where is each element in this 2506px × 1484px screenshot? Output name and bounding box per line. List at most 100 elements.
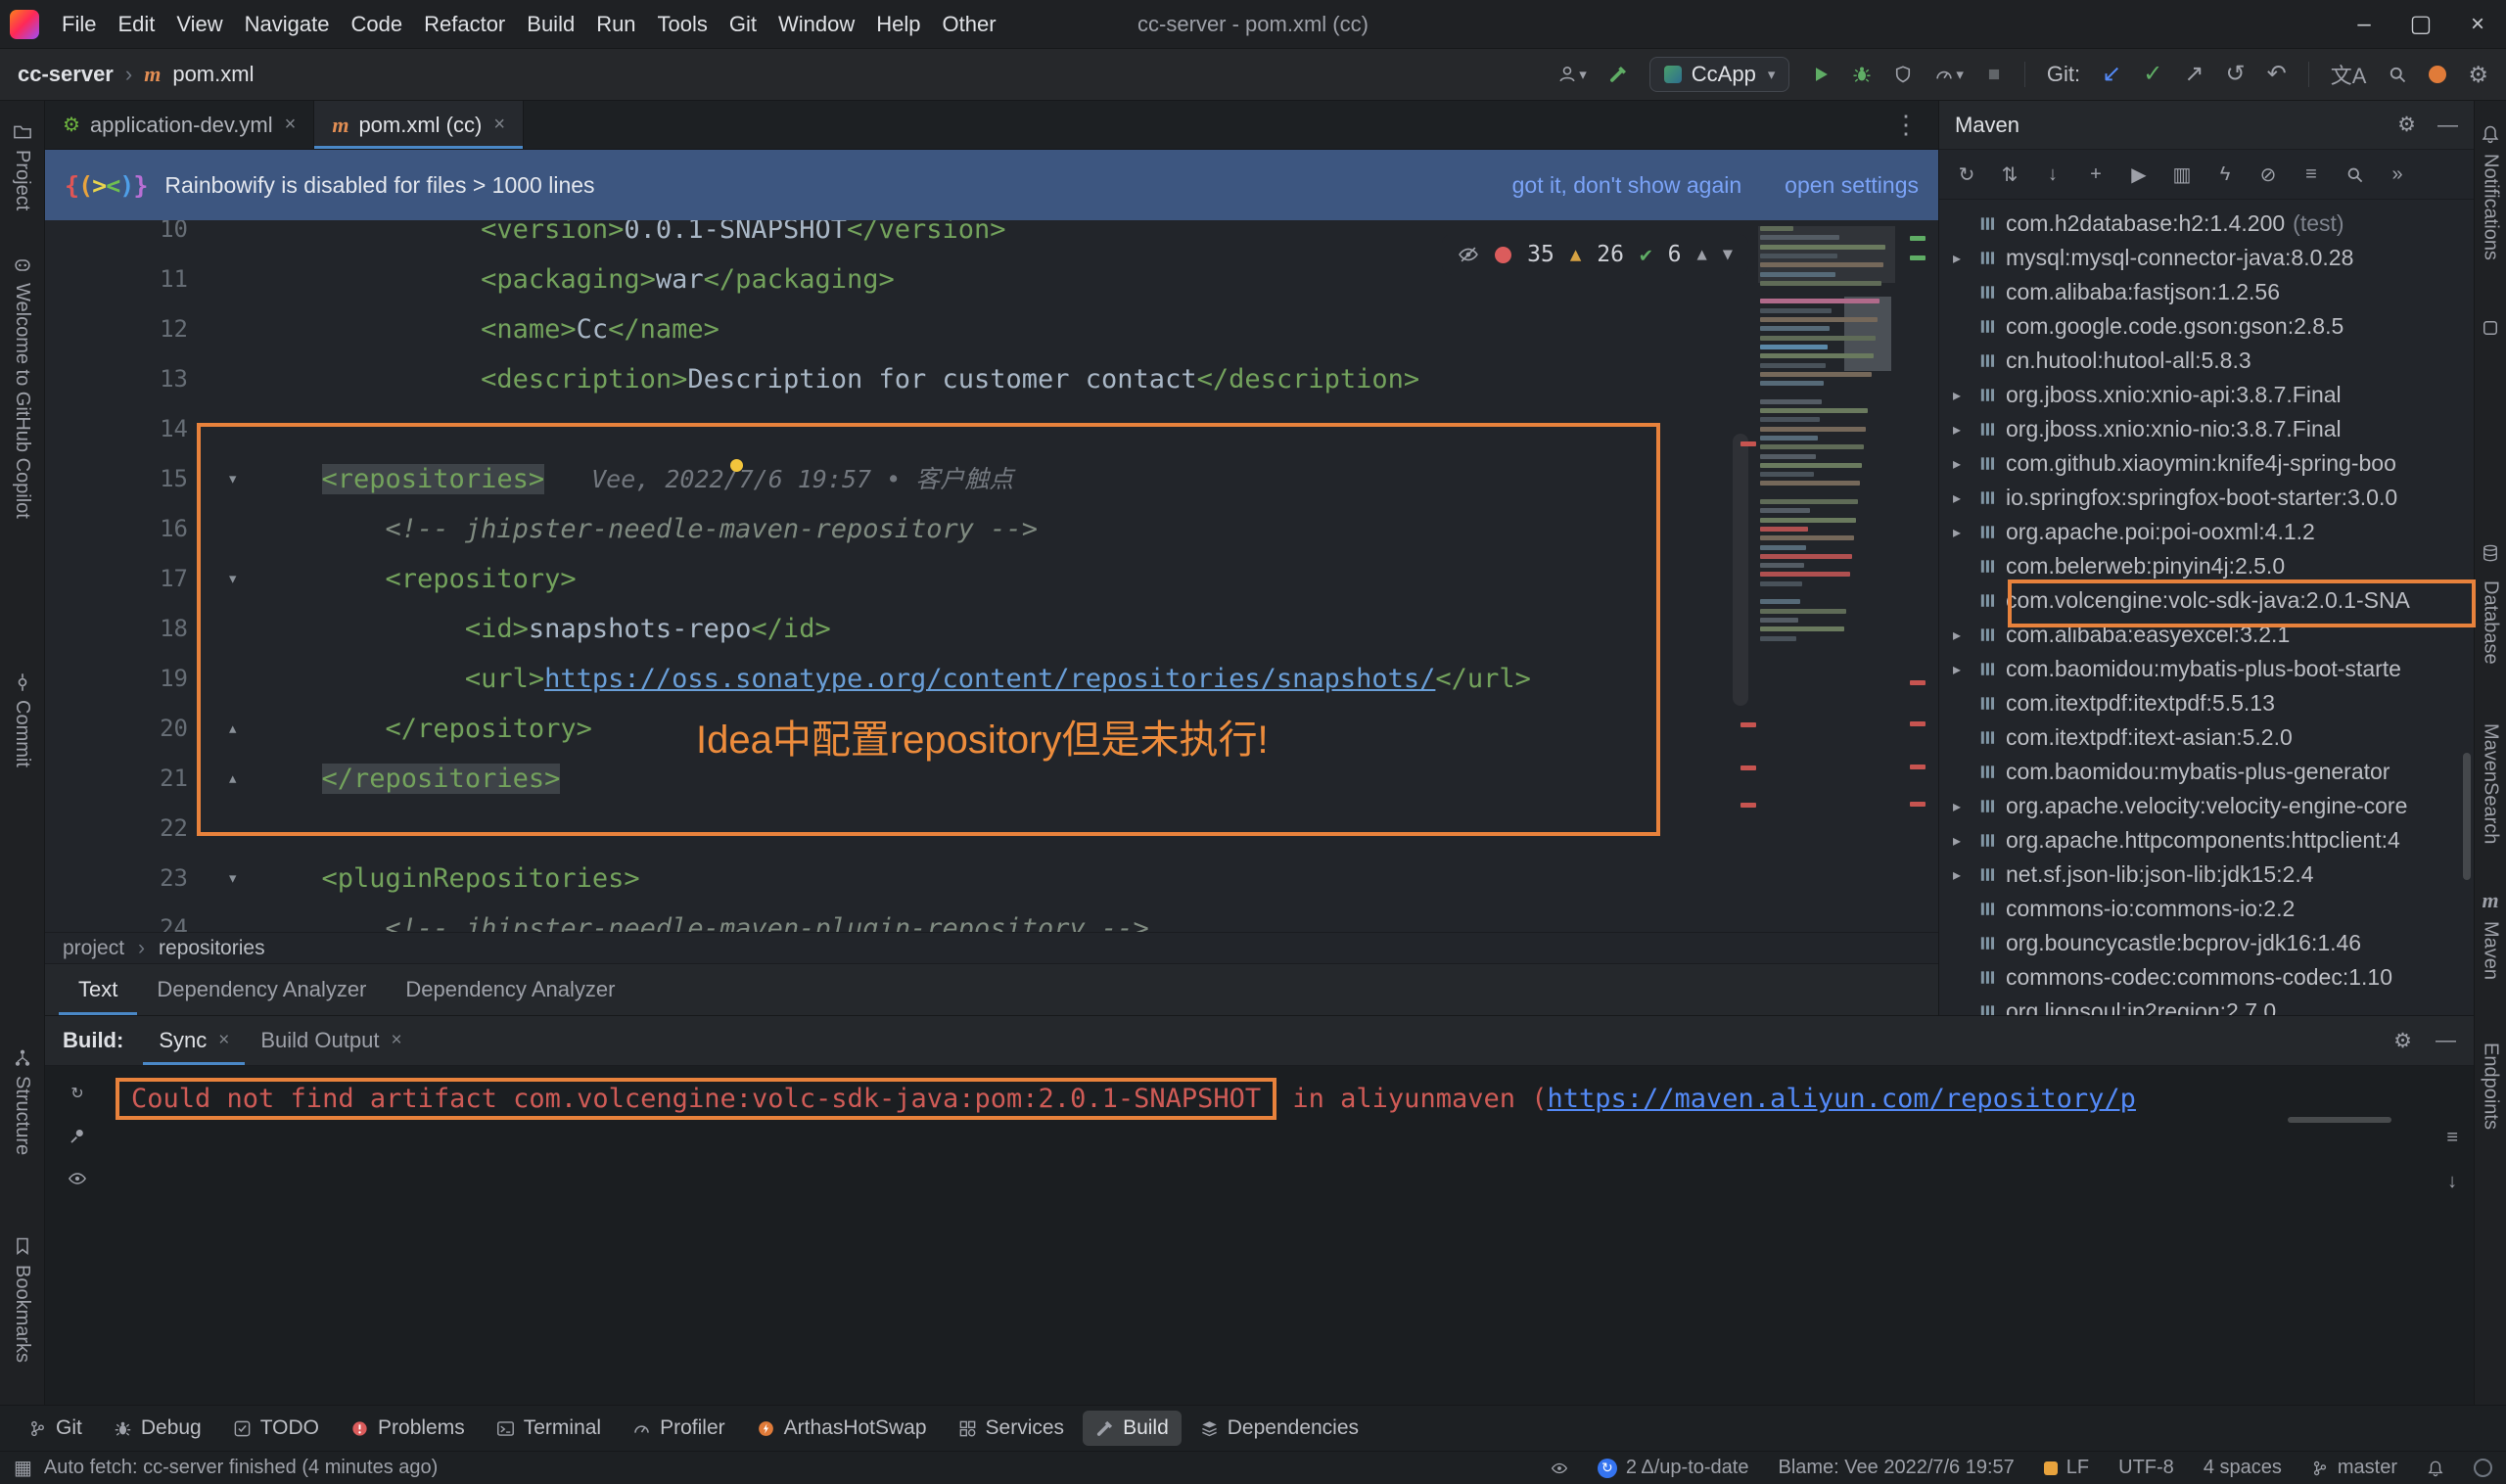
gear-icon[interactable]: ⚙ <box>2393 1029 2412 1053</box>
line-ending-widget[interactable]: LF <box>2044 1457 2089 1479</box>
ai-assistant-icon[interactable] <box>2429 66 2446 83</box>
gear-icon[interactable]: ⚙ <box>2397 113 2416 137</box>
maven-dependency[interactable]: ▸mysql:mysql-connector-java:8.0.28 <box>1939 241 2474 275</box>
maven-dependency[interactable]: com.volcengine:volc-sdk-java:2.0.1-SNA <box>1939 583 2474 618</box>
code-line[interactable]: 22 <box>45 804 1938 854</box>
tab-dependency-analyzer[interactable]: Dependency Analyzer <box>137 964 386 1015</box>
menu-run[interactable]: Run <box>585 7 646 42</box>
inspections-widget[interactable]: 35 ▲ 26 ✔ 6 ▲ ▼ <box>1442 234 1748 275</box>
console-scrollbar[interactable] <box>2288 1117 2391 1123</box>
chevron-right-icon[interactable]: ▸ <box>1953 386 1978 405</box>
maven-dependency[interactable]: ▸org.apache.httpcomponents:httpclient:4 <box>1939 823 2474 858</box>
maven-dependency[interactable]: commons-codec:commons-codec:1.10 <box>1939 960 2474 995</box>
commit-check-icon[interactable]: ✓ <box>2143 63 2162 86</box>
build-console[interactable]: Could not find artifact com.volcengine:v… <box>110 1066 2474 1405</box>
url-link[interactable]: https://oss.sonatype.org/content/reposit… <box>544 664 1435 694</box>
coverage-icon[interactable] <box>1893 65 1913 84</box>
indent-widget[interactable]: 4 spaces <box>2204 1457 2282 1479</box>
repository-url-link[interactable]: https://maven.aliyun.com/repository/p <box>1547 1084 2135 1114</box>
maven-dependency[interactable]: ▸com.alibaba:easyexcel:3.2.1 <box>1939 618 2474 652</box>
soft-wrap-icon[interactable]: ≡ <box>2446 1127 2458 1149</box>
bookmarks-icon[interactable] <box>13 1236 32 1256</box>
close-icon[interactable]: × <box>218 1030 229 1051</box>
close-button[interactable]: × <box>2449 0 2506 48</box>
code-line[interactable]: 17▾ <repository> <box>45 554 1938 604</box>
tool-windows-icon[interactable]: ▦ <box>14 1456 32 1480</box>
maximize-button[interactable]: ▢ <box>2392 0 2449 48</box>
tool-strip-structure[interactable]: Structure <box>11 1076 33 1155</box>
maven-dependency[interactable]: com.baomidou:mybatis-plus-generator <box>1939 755 2474 789</box>
menu-code[interactable]: Code <box>341 7 414 42</box>
tool-strip-copilot-welcome[interactable]: Welcome to GitHub Copilot <box>11 283 33 519</box>
fold-icon[interactable]: ▴ <box>192 754 290 804</box>
toolwindow-problems[interactable]: Problems <box>338 1411 478 1446</box>
code-line[interactable]: 19 <url>https://oss.sonatype.org/content… <box>45 654 1938 704</box>
toolwindow-build[interactable]: Build <box>1083 1411 1182 1446</box>
breadcrumb-file[interactable]: pom.xml <box>172 62 254 87</box>
rerun-icon[interactable]: ↻ <box>70 1084 83 1103</box>
tool-strip-commit[interactable]: Commit <box>11 700 33 767</box>
next-issue-icon[interactable]: ▼ <box>1723 245 1733 264</box>
close-icon[interactable]: × <box>493 114 505 136</box>
chevron-right-icon[interactable]: ▸ <box>1953 249 1978 268</box>
notifications-bell-icon[interactable] <box>2427 1460 2444 1477</box>
maven-dependency[interactable]: ▸net.sf.json-lib:json-lib:jdk15:2.4 <box>1939 858 2474 892</box>
tab-text[interactable]: Text <box>59 964 137 1015</box>
maven-dependency[interactable]: org.bouncycastle:bcprov-jdk16:1.46 <box>1939 926 2474 960</box>
menu-view[interactable]: View <box>165 7 233 42</box>
banner-got-it-link[interactable]: got it, don't show again <box>1512 172 1742 199</box>
blame-widget[interactable]: Blame: Vee 2022/7/6 19:57 <box>1778 1457 2014 1479</box>
maven-dependency[interactable]: ▸org.jboss.xnio:xnio-nio:3.8.7.Final <box>1939 412 2474 446</box>
tab-build-output[interactable]: Build Output × <box>245 1016 417 1065</box>
highlight-level-icon[interactable] <box>1551 1460 1568 1477</box>
tab-dependency-analyzer[interactable]: Dependency Analyzer <box>386 964 634 1015</box>
maven-search-icon[interactable] <box>2335 165 2374 184</box>
toolwindow-todo[interactable]: TODO <box>220 1411 332 1446</box>
maven-dependency[interactable]: ▸org.jboss.xnio:xnio-api:3.8.7.Final <box>1939 378 2474 412</box>
breadcrumb-project-tag[interactable]: project <box>63 937 124 960</box>
breadcrumb-repositories-tag[interactable]: repositories <box>159 937 265 960</box>
maven-console-icon[interactable]: ▥ <box>2162 162 2202 187</box>
history-icon[interactable]: ↺ <box>2225 63 2245 86</box>
maven-dependency[interactable]: com.google.code.gson:gson:2.8.5 <box>1939 309 2474 344</box>
fold-icon[interactable]: ▾ <box>192 854 290 904</box>
download-sources-icon[interactable]: ↓ <box>2033 163 2072 186</box>
menu-git[interactable]: Git <box>719 7 767 42</box>
chevron-right-icon[interactable]: ▸ <box>1953 626 1978 645</box>
chevron-right-icon[interactable]: ▸ <box>1953 420 1978 440</box>
maven-dependency[interactable]: ▸com.baomidou:mybatis-plus-boot-starte <box>1939 652 2474 686</box>
editor-scrollbar[interactable] <box>1733 434 1748 706</box>
tool-strip-endpoints[interactable]: Endpoints <box>2480 1043 2502 1130</box>
code-line[interactable]: 23▾ <pluginRepositories> <box>45 854 1938 904</box>
rollback-icon[interactable]: ↶ <box>2267 63 2287 86</box>
profiler-icon[interactable]: ▾ <box>1934 65 1964 84</box>
more-actions-icon[interactable]: » <box>2378 163 2417 186</box>
copilot-icon[interactable] <box>13 255 32 275</box>
tool-strip-project[interactable]: Project <box>11 150 33 210</box>
menu-tools[interactable]: Tools <box>647 7 719 42</box>
code-editor[interactable]: 10 <version>0.0.1-SNAPSHOT</version>11 <… <box>45 220 1938 932</box>
update-project-icon[interactable]: ↙ <box>2102 63 2121 86</box>
toolwindow-services[interactable]: Services <box>946 1411 1078 1446</box>
chevron-right-icon[interactable]: ▸ <box>1953 865 1978 885</box>
tool-strip-database[interactable]: Database <box>2480 580 2502 665</box>
stop-icon[interactable] <box>1985 66 2003 83</box>
menu-build[interactable]: Build <box>516 7 585 42</box>
close-icon[interactable]: × <box>285 114 297 136</box>
tab-pom-xml[interactable]: m pom.xml (cc) × <box>314 101 524 149</box>
run-config-selector[interactable]: CcApp ▾ <box>1649 57 1790 92</box>
git-sync-widget[interactable]: ↻ 2 Δ/up-to-date <box>1598 1457 1749 1479</box>
git-branch-widget[interactable]: master <box>2311 1457 2397 1479</box>
encoding-widget[interactable]: UTF-8 <box>2118 1457 2174 1479</box>
scroll-to-end-icon[interactable]: ↓ <box>2446 1171 2458 1193</box>
close-icon[interactable]: × <box>391 1030 401 1051</box>
code-line[interactable]: 12 <name>Cc</name> <box>45 304 1938 354</box>
maven-strip-icon[interactable]: m <box>2482 890 2498 911</box>
toolwindow-dependencies[interactable]: Dependencies <box>1187 1411 1371 1446</box>
hide-panel-icon[interactable]: — <box>2436 1029 2456 1053</box>
prev-issue-icon[interactable]: ▲ <box>1697 245 1707 264</box>
menu-refactor[interactable]: Refactor <box>413 7 516 42</box>
code-line[interactable]: 14 <box>45 404 1938 454</box>
chevron-right-icon[interactable]: ▸ <box>1953 831 1978 851</box>
add-maven-project-icon[interactable]: + <box>2076 163 2115 186</box>
